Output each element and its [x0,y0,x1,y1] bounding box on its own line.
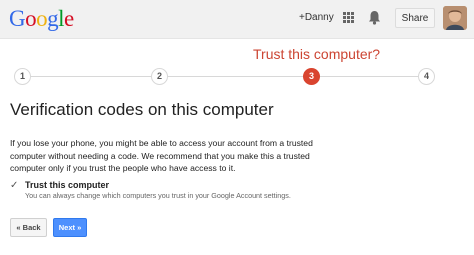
bell-icon[interactable] [368,10,381,25]
step-3-current: 3 [303,68,320,85]
trust-checkbox-label[interactable]: Trust this computer [25,180,109,190]
back-button[interactable]: « Back [10,218,47,237]
apps-grid-icon[interactable] [343,12,354,23]
logo-letter: g [47,6,59,31]
share-button[interactable]: Share [395,8,435,28]
step-2: 2 [151,68,168,85]
explanation-line: If you lose your phone, you might be abl… [10,138,313,148]
logo-letter: e [64,6,74,31]
trust-checkbox[interactable]: ✓ [10,181,22,191]
step-caption: Trust this computer? [253,46,381,62]
avatar[interactable] [443,6,467,30]
trust-help-text: You can always change which computers yo… [25,191,291,200]
stepper-track [22,76,426,77]
explanation-line: computer without needing a code. We reco… [10,150,310,161]
avatar-photo [443,6,467,30]
explanation-text: If you lose your phone, you might be abl… [10,137,340,175]
logo-letter: o [25,6,37,31]
step-4: 4 [418,68,435,85]
top-bar: Google +Danny Share [0,0,474,39]
step-1: 1 [14,68,31,85]
next-button[interactable]: Next » [53,218,87,237]
page-title: Verification codes on this computer [10,100,274,119]
logo-letter: o [36,6,48,31]
explanation-line: computer only if you trust the people wh… [10,163,236,173]
plus-user-link[interactable]: +Danny [299,12,334,23]
logo-letter: G [9,6,26,31]
google-logo[interactable]: Google [9,7,74,30]
